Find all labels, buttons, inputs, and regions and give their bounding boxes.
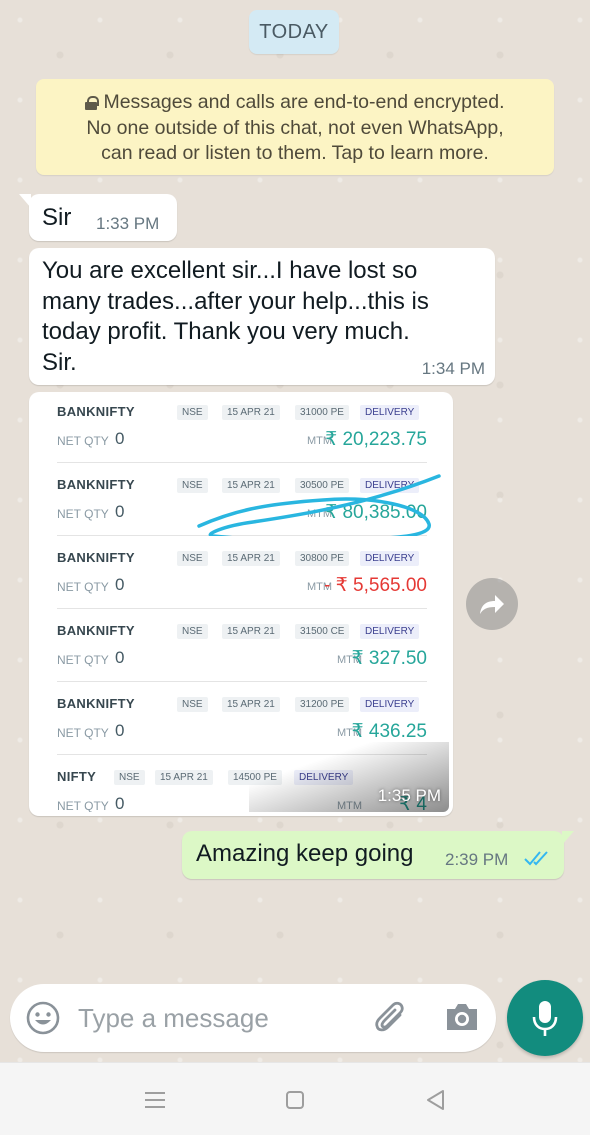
position-exchange-tag: NSE [114,770,145,785]
home-icon[interactable] [285,1090,305,1110]
net-qty-label: NET QTY [57,653,109,667]
net-qty-label: NET QTY [57,434,109,448]
double-check-icon [524,851,548,866]
position-strike-tag: 31500 CE [295,624,350,639]
outgoing-message[interactable]: Amazing keep going 2:39 PM [182,831,574,879]
net-qty-value: 0 [115,429,125,448]
forward-icon [480,595,504,614]
net-qty-label: NET QTY [57,580,109,594]
message-time: 2:39 PM [445,850,509,869]
encryption-notice[interactable]: Messages and calls are end-to-end encryp… [36,79,554,175]
net-qty-label: NET QTY [57,507,109,521]
position-expiry-tag: 15 APR 21 [155,770,213,785]
paperclip-icon[interactable] [372,999,410,1037]
message-text-line: many trades...after your help...this is [42,287,429,315]
mtm-value: ₹ 20,223.75 [325,429,427,450]
blue-scribble-annotation [197,474,441,536]
message-time: 1:33 PM [96,214,160,233]
mtm-value: ₹ 436.25 [351,721,427,742]
net-qty-value: 0 [115,502,125,521]
back-icon[interactable] [424,1088,446,1112]
message-text-line: You are excellent sir...I have lost so [42,257,418,284]
encryption-notice-line-3: can read or listen to them. Tap to learn… [101,142,489,164]
position-row: BANKNIFTY NSE 15 APR 21 31000 PE DELIVERY NET… [57,396,427,466]
incoming-image-message[interactable]: NIFTYNSE15 APR 2114500 PEDELIVERYNET QTY… [29,392,453,816]
message-text: Sir [42,204,72,231]
message-text: Amazing keep going [196,840,414,867]
mtm-value: ₹ 327.50 [351,648,427,669]
position-strike-tag: 31000 PE [295,405,349,420]
position-symbol: BANKNIFTY [57,550,135,565]
net-qty-value: 0 [115,575,125,594]
position-exchange-tag: NSE [177,697,208,712]
encryption-notice-line-1: Messages and calls are end-to-end encryp… [103,91,505,113]
position-product-tag: DELIVERY [360,697,420,712]
net-qty-label: NET QTY [57,799,109,812]
incoming-message[interactable]: Sir 1:33 PM [19,194,177,241]
emoji-icon[interactable] [26,1001,60,1035]
position-expiry-tag: 15 APR 21 [222,551,280,566]
message-time: 1:34 PM [421,359,485,378]
position-symbol: BANKNIFTY [57,477,135,492]
incoming-message[interactable]: You are excellent sir...I have lost so m… [29,248,495,385]
encryption-notice-line-2: No one outside of this chat, not even Wh… [86,116,504,139]
position-symbol: BANKNIFTY [57,404,135,419]
position-exchange-tag: NSE [177,405,208,420]
position-expiry-tag: 15 APR 21 [222,624,280,639]
message-composer [10,984,496,1052]
position-expiry-tag: 15 APR 21 [222,405,280,420]
position-strike-tag: 31200 PE [295,697,349,712]
position-symbol: NIFTY [57,769,97,784]
lock-icon [85,96,100,110]
net-qty-label: NET QTY [57,726,109,740]
position-strike-tag: 30800 PE [295,551,349,566]
position-product-tag: DELIVERY [360,624,420,639]
camera-icon[interactable] [444,1001,480,1033]
positions-screenshot-image[interactable]: NIFTYNSE15 APR 2114500 PEDELIVERYNET QTY… [33,396,449,812]
message-time: 1:35 PM [377,786,441,805]
position-exchange-tag: NSE [177,624,208,639]
net-qty-value: 0 [115,794,125,812]
mtm-value: - ₹ 5,565.00 [324,575,427,596]
message-text-line: today profit. Thank you very much. [42,318,410,345]
recent-apps-icon[interactable] [144,1090,166,1110]
net-qty-value: 0 [115,721,125,740]
position-product-tag: DELIVERY [360,405,420,420]
position-symbol: BANKNIFTY [57,696,135,711]
position-product-tag: DELIVERY [360,551,420,566]
message-input[interactable] [78,998,358,1038]
position-exchange-tag: NSE [177,551,208,566]
net-qty-value: 0 [115,648,125,667]
position-expiry-tag: 15 APR 21 [222,697,280,712]
position-row: BANKNIFTY NSE 15 APR 21 31500 CE DELIVERY NET… [57,615,427,685]
position-row: BANKNIFTY NSE 15 APR 21 30800 PE DELIVERY NET… [57,542,427,612]
voice-record-button[interactable] [507,980,583,1056]
forward-button[interactable] [466,578,518,630]
message-text-line: Sir. [42,348,77,376]
date-chip: TODAY [249,10,339,54]
microphone-icon [532,1001,558,1036]
system-navigation-bar [0,1062,590,1135]
position-symbol: BANKNIFTY [57,623,135,638]
